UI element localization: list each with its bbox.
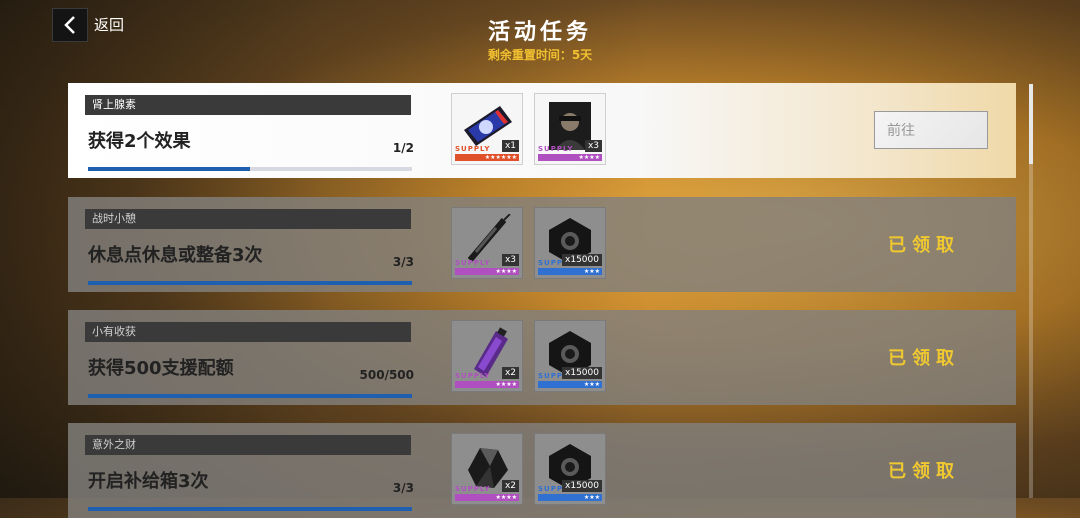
progress-bar — [88, 167, 412, 171]
progress-text: 500/500 — [359, 368, 414, 382]
task-name: 休息点休息或整备3次 — [88, 245, 263, 266]
rarity-stars: ★★★★★★ — [455, 154, 519, 161]
scrollbar[interactable] — [1029, 84, 1033, 498]
reward-quantity: x2 — [501, 367, 519, 379]
task-tag: 意外之财 — [85, 435, 411, 455]
supply-label: SUPPLY — [455, 259, 491, 267]
progress-bar — [88, 281, 412, 285]
go-button[interactable]: 前往 — [874, 111, 988, 149]
task-card: 意外之财 开启补给箱3次 3/3 SUPPLY x2 ★★★★ SUPPLY x… — [68, 423, 1016, 518]
page-title: 活动任务 — [487, 20, 592, 45]
progress-text: 1/2 — [392, 141, 414, 155]
task-tag: 肾上腺素 — [85, 95, 411, 115]
reward-item[interactable]: SUPPLY x15000 ★★★ — [534, 207, 606, 279]
progress-fill — [88, 281, 412, 285]
reward-item[interactable]: SUPPLY x2 ★★★★ — [451, 433, 523, 505]
progress-fill — [88, 507, 412, 511]
reward-quantity: x3 — [501, 254, 519, 266]
reward-quantity: x3 — [584, 140, 602, 152]
progress-fill — [88, 394, 412, 398]
supply-label: SUPPLY — [455, 145, 491, 153]
task-tag: 战时小憩 — [85, 209, 411, 229]
reward-quantity: x15000 — [562, 480, 602, 492]
progress-bar — [88, 394, 412, 398]
task-name: 获得500支援配额 — [88, 358, 234, 379]
rarity-stars: ★★★★ — [455, 268, 519, 275]
reward-item[interactable]: SUPPLY x3 ★★★★ — [451, 207, 523, 279]
supply-label: SUPPLY — [538, 145, 574, 153]
rarity-stars: ★★★ — [538, 268, 602, 275]
task-card: 小有收获 获得500支援配额 500/500 SUPPLY x2 ★★★★ SU… — [68, 310, 1016, 405]
reward-item[interactable]: SUPPLY x2 ★★★★ — [451, 320, 523, 392]
task-card: 战时小憩 休息点休息或整备3次 3/3 SUPPLY x3 ★★★★ SUPPL… — [68, 197, 1016, 292]
supply-label: SUPPLY — [455, 372, 491, 380]
claimed-status: 已领取 — [888, 348, 960, 369]
task-name: 开启补给箱3次 — [88, 471, 209, 492]
reward-item[interactable]: SUPPLY x3 ★★★★ — [534, 93, 606, 165]
reward-item[interactable]: SUPPLY x15000 ★★★ — [534, 433, 606, 505]
reward-quantity: x15000 — [562, 254, 602, 266]
progress-text: 3/3 — [392, 255, 414, 269]
claimed-status: 已领取 — [888, 235, 960, 256]
progress-bar — [88, 507, 412, 511]
reward-item[interactable]: SUPPLY x15000 ★★★ — [534, 320, 606, 392]
rarity-stars: ★★★ — [538, 381, 602, 388]
task-name: 获得2个效果 — [88, 131, 191, 152]
reset-timer: 剩余重置时间：5天 — [487, 48, 593, 62]
rarity-stars: ★★★★ — [538, 154, 602, 161]
task-tag: 小有收获 — [85, 322, 411, 342]
claimed-status: 已领取 — [888, 461, 960, 482]
reward-quantity: x1 — [501, 140, 519, 152]
scrollbar-thumb[interactable] — [1029, 84, 1033, 164]
reward-quantity: x15000 — [562, 367, 602, 379]
supply-label: SUPPLY — [455, 485, 491, 493]
progress-fill — [88, 167, 250, 171]
reward-item[interactable]: SUPPLY x1 ★★★★★★ — [451, 93, 523, 165]
rarity-stars: ★★★★ — [455, 381, 519, 388]
progress-text: 3/3 — [392, 481, 414, 495]
task-card: 肾上腺素 获得2个效果 1/2 SUPPLY x1 ★★★★★★ SUPPLY … — [68, 83, 1016, 178]
reward-quantity: x2 — [501, 480, 519, 492]
